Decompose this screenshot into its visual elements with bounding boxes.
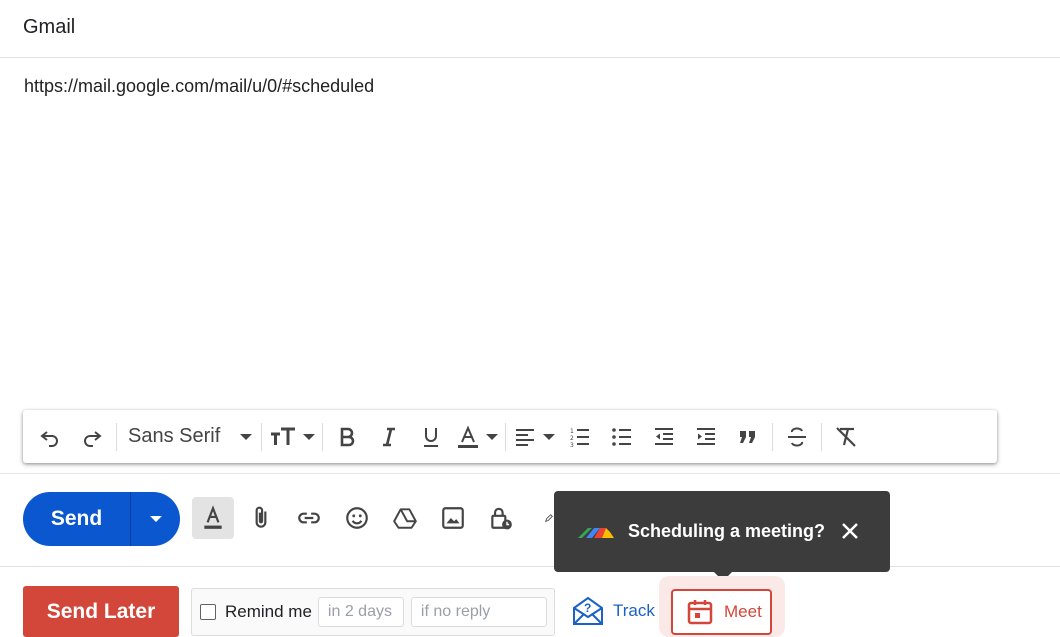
confidential-mode-icon[interactable] bbox=[480, 497, 522, 539]
svg-text:2: 2 bbox=[570, 435, 574, 442]
chevron-down-icon bbox=[543, 433, 556, 440]
close-icon[interactable] bbox=[840, 521, 860, 541]
remind-me-box: Remind me in 2 days if no reply bbox=[191, 588, 555, 636]
text-color-button[interactable] bbox=[452, 417, 502, 457]
align-button[interactable] bbox=[509, 417, 559, 457]
send-label: Send bbox=[50, 507, 103, 530]
quote-icon[interactable] bbox=[727, 417, 769, 457]
indent-more-icon[interactable] bbox=[685, 417, 727, 457]
attach-file-icon[interactable] bbox=[240, 497, 282, 539]
chevron-down-icon bbox=[240, 433, 253, 440]
font-size-button[interactable] bbox=[265, 417, 319, 457]
svg-text:1: 1 bbox=[570, 428, 574, 435]
underline-icon[interactable] bbox=[410, 417, 452, 457]
numbered-list-icon[interactable]: 123 bbox=[559, 417, 601, 457]
track-envelope-icon: ? bbox=[573, 596, 603, 625]
meet-label: Meet bbox=[724, 602, 762, 621]
track-button[interactable]: ? Track bbox=[572, 596, 655, 626]
chevron-down-icon bbox=[303, 433, 316, 440]
remove-formatting-icon[interactable] bbox=[825, 417, 867, 457]
svg-text:3: 3 bbox=[570, 442, 574, 449]
send-later-button[interactable]: Send Later bbox=[23, 586, 179, 637]
svg-text:?: ? bbox=[584, 601, 591, 615]
calendar-icon bbox=[687, 600, 713, 625]
drive-icon[interactable] bbox=[384, 497, 426, 539]
remind-delay-field[interactable]: in 2 days bbox=[317, 597, 404, 627]
font-size-icon bbox=[271, 427, 296, 445]
text-color-icon bbox=[458, 424, 479, 448]
bulleted-list-icon[interactable] bbox=[601, 417, 643, 457]
header-divider bbox=[0, 57, 1060, 58]
chevron-down-icon bbox=[486, 433, 499, 440]
meet-button[interactable]: Meet bbox=[671, 589, 772, 635]
chevron-down-icon bbox=[149, 516, 162, 522]
insert-photo-icon[interactable] bbox=[432, 497, 474, 539]
send-button[interactable]: Send bbox=[23, 492, 180, 546]
toolbar-divider bbox=[261, 422, 263, 451]
remind-label: Remind me bbox=[225, 602, 312, 621]
undo-icon[interactable] bbox=[29, 417, 71, 457]
app-title: Gmail bbox=[23, 16, 76, 38]
toolbar-divider bbox=[772, 422, 774, 451]
toolbar-divider bbox=[322, 422, 324, 451]
toolbar-divider bbox=[505, 422, 507, 451]
align-left-icon bbox=[516, 428, 535, 446]
toolbar-divider bbox=[116, 422, 117, 451]
remind-checkbox[interactable] bbox=[200, 604, 216, 620]
formatting-toolbar: Sans Serif 123 bbox=[23, 410, 997, 463]
emoji-icon[interactable] bbox=[336, 497, 378, 539]
scheduling-tooltip: Scheduling a meeting? bbox=[554, 491, 890, 581]
toolbar-divider-line bbox=[0, 473, 1060, 474]
font-family-label: Sans Serif bbox=[128, 425, 221, 447]
tooltip-text: Scheduling a meeting? bbox=[628, 521, 826, 541]
track-label: Track bbox=[613, 601, 655, 620]
meeting-logo-icon bbox=[578, 527, 614, 538]
footer-divider bbox=[0, 566, 1060, 567]
indent-less-icon[interactable] bbox=[643, 417, 685, 457]
formatting-options-icon[interactable] bbox=[192, 497, 234, 539]
insert-link-icon[interactable] bbox=[288, 497, 330, 539]
font-family-select[interactable]: Sans Serif bbox=[120, 417, 258, 457]
toolbar-divider bbox=[821, 422, 823, 451]
message-body[interactable]: https://mail.google.com/mail/u/0/#schedu… bbox=[24, 76, 374, 97]
italic-icon[interactable] bbox=[368, 417, 410, 457]
remind-condition-field[interactable]: if no reply bbox=[410, 597, 547, 627]
signature-icon[interactable] bbox=[528, 497, 554, 539]
redo-icon[interactable] bbox=[71, 417, 113, 457]
send-options-button[interactable] bbox=[131, 516, 180, 522]
bold-icon[interactable] bbox=[326, 417, 368, 457]
strikethrough-icon[interactable] bbox=[776, 417, 818, 457]
